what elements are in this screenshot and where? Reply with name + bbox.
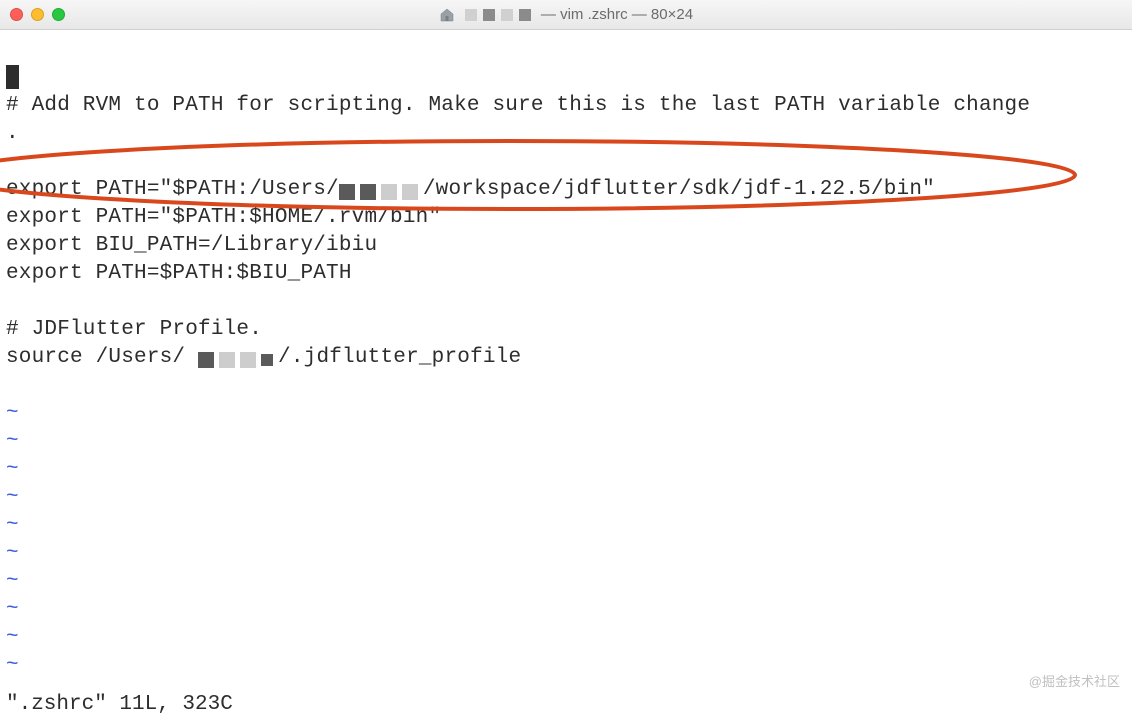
redacted-username (198, 347, 278, 365)
vim-empty-line-tilde: ~ (6, 430, 19, 453)
vim-empty-line-tilde: ~ (6, 514, 19, 537)
maximize-button[interactable] (52, 8, 65, 21)
vim-empty-line-tilde: ~ (6, 570, 19, 593)
vim-empty-line-tilde: ~ (6, 654, 19, 677)
file-line: # JDFlutter Profile. (6, 318, 262, 341)
vim-empty-line-tilde: ~ (6, 542, 19, 565)
file-line: export BIU_PATH=/Library/ibiu (6, 234, 377, 257)
file-line: export PATH=$PATH:$BIU_PATH (6, 262, 352, 285)
home-folder-icon (439, 7, 455, 23)
file-line: . (6, 122, 19, 145)
window-title: — vim .zshrc — 80×24 (0, 6, 1132, 23)
redacted-username (339, 179, 423, 197)
vim-cursor (6, 65, 19, 89)
close-button[interactable] (10, 8, 23, 21)
terminal-content[interactable]: # Add RVM to PATH for scripting. Make su… (0, 30, 1132, 680)
vim-empty-line-tilde: ~ (6, 486, 19, 509)
file-line: export PATH="$PATH:$HOME/.rvm/bin" (6, 206, 441, 229)
vim-empty-line-tilde: ~ (6, 458, 19, 481)
traffic-lights (10, 8, 65, 21)
window-title-text: — vim .zshrc — 80×24 (541, 6, 693, 23)
window-titlebar: — vim .zshrc — 80×24 (0, 0, 1132, 30)
file-line-part: export PATH="$PATH:/Users/ (6, 178, 339, 201)
vim-empty-line-tilde: ~ (6, 402, 19, 425)
file-line-part: /.jdflutter_profile (278, 346, 521, 369)
vim-status-line: ".zshrc" 11L, 323C (0, 693, 1132, 720)
vim-empty-line-tilde: ~ (6, 598, 19, 621)
watermark-text: @掘金技术社区 (1029, 671, 1120, 690)
vim-empty-line-tilde: ~ (6, 626, 19, 649)
file-line-part: /workspace/jdflutter/sdk/jdf-1.22.5/bin" (423, 178, 935, 201)
minimize-button[interactable] (31, 8, 44, 21)
file-line: # Add RVM to PATH for scripting. Make su… (6, 94, 1030, 117)
vim-status-text: ".zshrc" 11L, 323C (6, 693, 233, 716)
file-line-part: source /Users/ (6, 346, 185, 369)
redacted-username-title (461, 9, 535, 21)
